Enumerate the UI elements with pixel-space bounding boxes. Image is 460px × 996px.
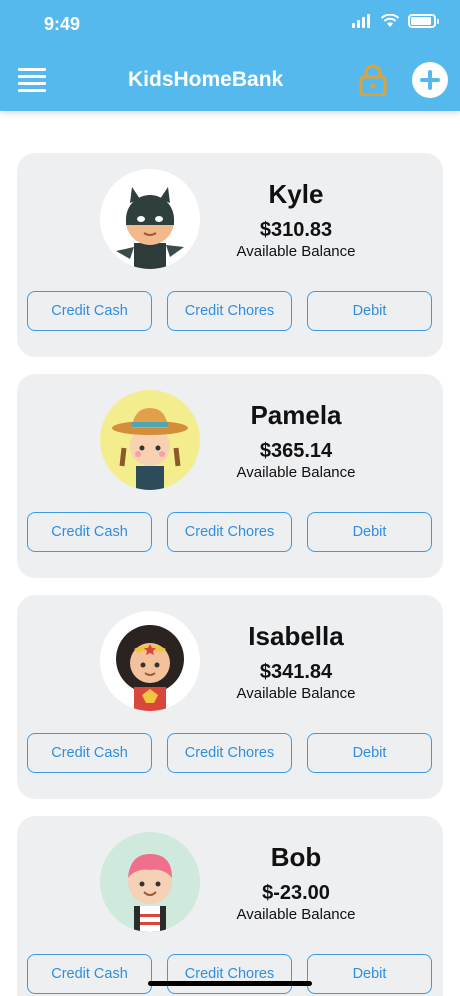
battery-icon bbox=[408, 14, 439, 28]
app-title: KidsHomeBank bbox=[128, 68, 284, 91]
add-kid-button[interactable] bbox=[412, 62, 448, 98]
signal-icon bbox=[352, 14, 370, 28]
balance-label: Available Balance bbox=[236, 464, 356, 481]
kid-card[interactable]: Bob $-23.00 Available Balance Credit Cas… bbox=[17, 816, 443, 996]
kid-name: Bob bbox=[270, 842, 322, 872]
credit-cash-button[interactable]: Credit Cash bbox=[27, 954, 152, 994]
kid-name: Kyle bbox=[268, 179, 324, 209]
kid-balance: $-23.00 bbox=[262, 882, 330, 904]
debit-button[interactable]: Debit bbox=[307, 512, 432, 552]
kid-name: Pamela bbox=[250, 400, 342, 430]
credit-chores-button[interactable]: Credit Chores bbox=[167, 512, 292, 552]
credit-chores-button[interactable]: Credit Chores bbox=[167, 954, 292, 994]
wifi-icon bbox=[380, 14, 400, 27]
kid-name: Isabella bbox=[248, 621, 344, 651]
credit-cash-button[interactable]: Credit Cash bbox=[27, 512, 152, 552]
menu-icon[interactable] bbox=[18, 68, 46, 92]
kids-list[interactable]: Kyle $310.83 Available Balance Credit Ca… bbox=[0, 111, 460, 996]
lock-icon[interactable] bbox=[359, 64, 387, 96]
kid-balance: $310.83 bbox=[259, 219, 333, 241]
batman-avatar bbox=[100, 169, 200, 269]
wonder-girl-avatar bbox=[100, 611, 200, 711]
balance-label: Available Balance bbox=[236, 906, 356, 923]
kid-card[interactable]: Pamela $365.14 Available Balance Credit … bbox=[17, 374, 443, 578]
status-icons bbox=[352, 14, 439, 28]
debit-button[interactable]: Debit bbox=[307, 291, 432, 331]
status-time: 9:49 bbox=[44, 14, 81, 34]
debit-button[interactable]: Debit bbox=[307, 733, 432, 773]
credit-chores-button[interactable]: Credit Chores bbox=[167, 291, 292, 331]
kid-card[interactable]: Isabella $341.84 Available Balance Credi… bbox=[17, 595, 443, 799]
credit-cash-button[interactable]: Credit Cash bbox=[27, 733, 152, 773]
cowgirl-avatar bbox=[100, 390, 200, 490]
credit-cash-button[interactable]: Credit Cash bbox=[27, 291, 152, 331]
debit-button[interactable]: Debit bbox=[307, 954, 432, 994]
kid-balance: $365.14 bbox=[259, 440, 333, 462]
kid-card[interactable]: Kyle $310.83 Available Balance Credit Ca… bbox=[17, 153, 443, 357]
balance-label: Available Balance bbox=[236, 243, 356, 260]
home-indicator[interactable] bbox=[148, 981, 312, 986]
credit-chores-button[interactable]: Credit Chores bbox=[167, 733, 292, 773]
kid-balance: $341.84 bbox=[259, 661, 333, 683]
pink-hair-boy-avatar bbox=[100, 832, 200, 932]
app-header: 9:49 KidsHomeBank bbox=[0, 0, 460, 111]
balance-label: Available Balance bbox=[236, 685, 356, 702]
